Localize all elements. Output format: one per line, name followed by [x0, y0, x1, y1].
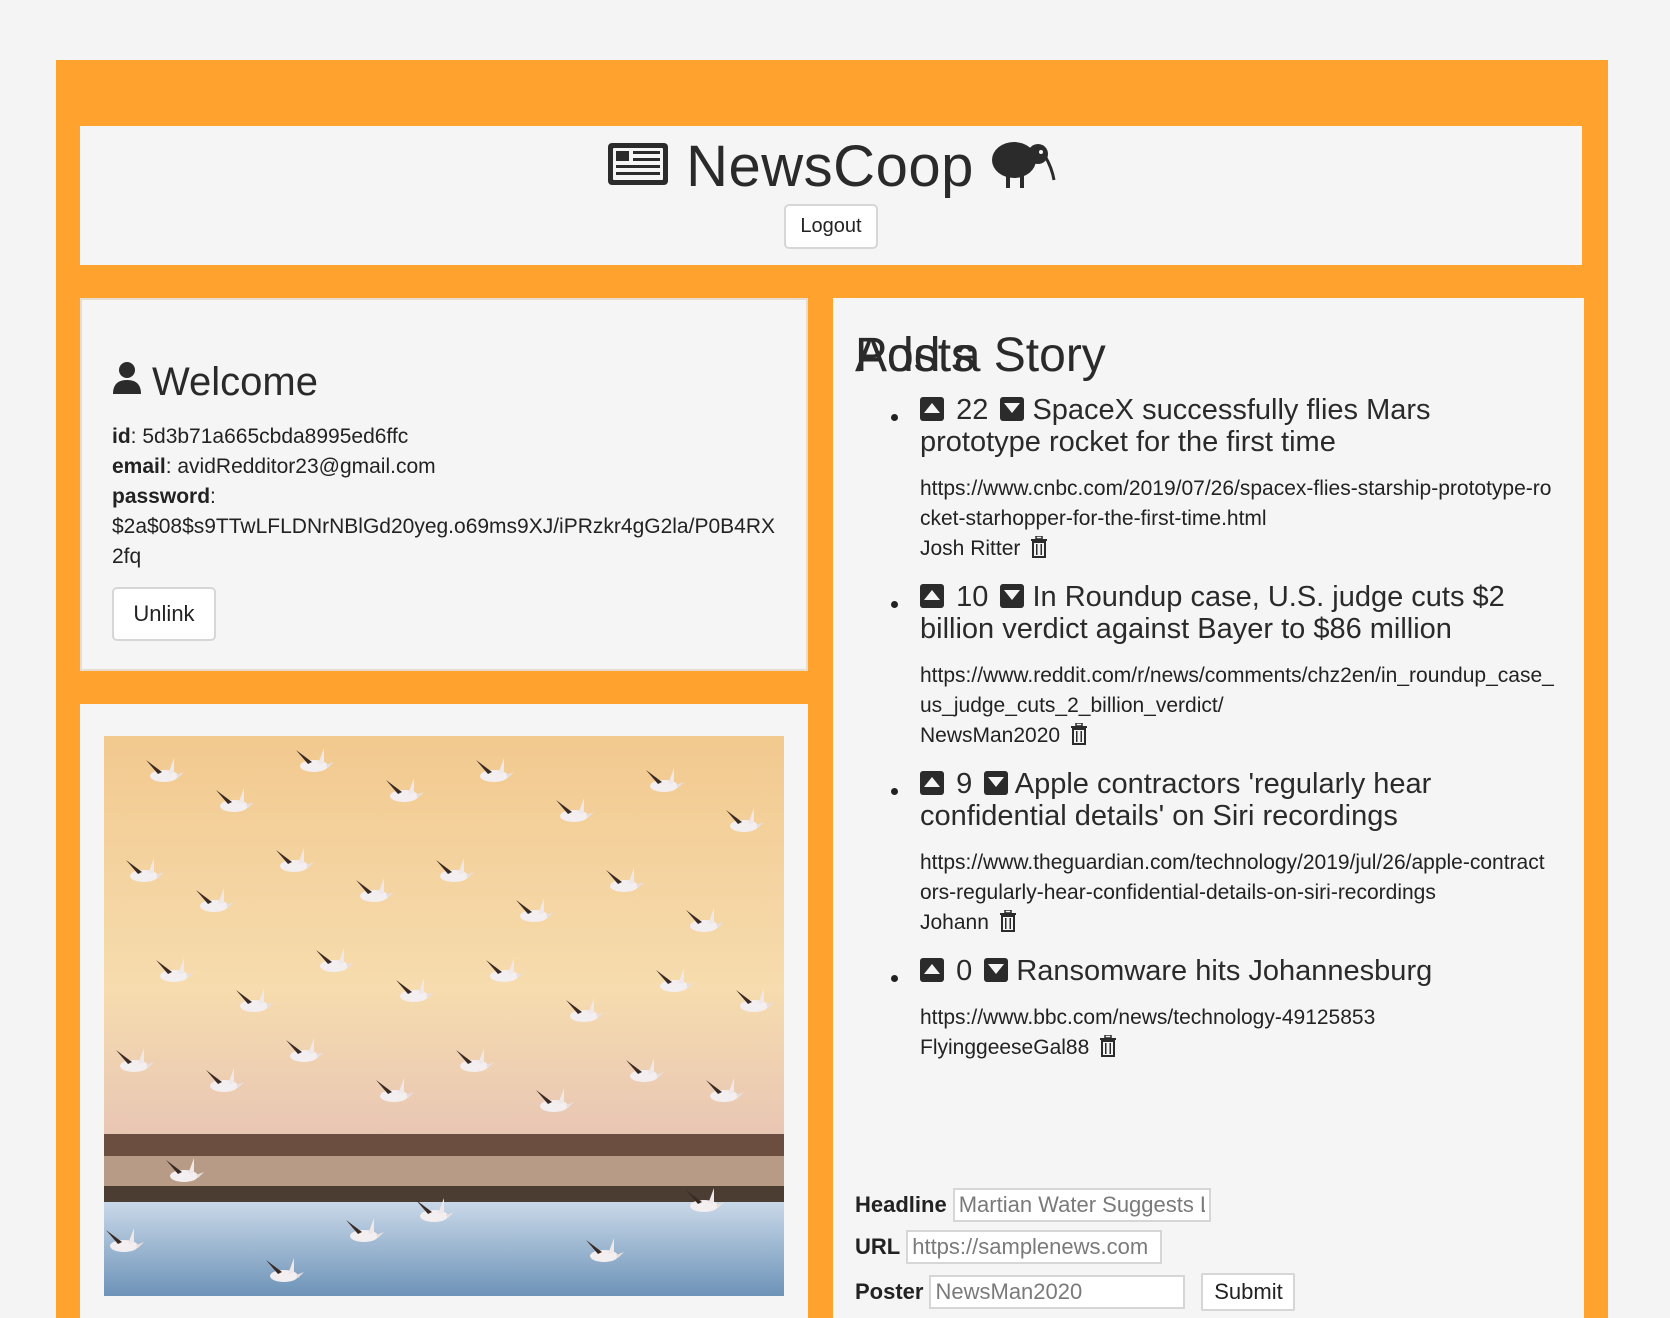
- post-score: 10: [956, 581, 989, 613]
- email-label: email: [112, 455, 166, 478]
- submit-button[interactable]: Submit: [1201, 1273, 1296, 1311]
- post-score: 0: [956, 955, 973, 987]
- headline-row: Headline: [855, 1188, 1211, 1222]
- email-value: avidRedditor23@gmail.com: [177, 455, 436, 478]
- post-headline-row: 9 Apple contractors 'regularly hear conf…: [920, 768, 1555, 832]
- site-title: NewsCoop: [686, 133, 974, 199]
- welcome-heading: Welcome: [112, 360, 318, 405]
- account-info: id: 5d3b71a665cbda8995ed6ffc email: avid…: [112, 422, 782, 572]
- trash-icon[interactable]: [1070, 722, 1088, 754]
- id-row: id: 5d3b71a665cbda8995ed6ffc: [112, 425, 409, 448]
- welcome-title: Welcome: [152, 360, 318, 404]
- kiwi-bird-icon: [990, 136, 1056, 197]
- snow-geese-photo: [104, 736, 784, 1296]
- password-row: password: $2a$08$s9TTwLFLDNrNBlGd20yeg.o6…: [112, 485, 775, 568]
- post-item: 22 SpaceX successfully flies Mars protot…: [855, 394, 1555, 567]
- post-author: Josh Ritter: [920, 537, 1021, 560]
- add-story-title: Add a Story: [855, 329, 1106, 382]
- poster-row: Poster Submit: [855, 1273, 1296, 1311]
- headline-input[interactable]: [952, 1188, 1211, 1222]
- newspaper-icon: [606, 141, 670, 192]
- user-icon: [112, 360, 142, 405]
- logout-button[interactable]: Logout: [784, 204, 878, 249]
- post-author-row: Josh Ritter: [920, 534, 1555, 567]
- post-score: 9: [956, 768, 973, 800]
- headline-label: Headline: [855, 1192, 947, 1217]
- post-url: https://www.bbc.com/news/technology-4912…: [920, 1006, 1376, 1029]
- post-author-row: NewsMan2020: [920, 721, 1555, 754]
- url-row: URL: [855, 1230, 1163, 1264]
- email-row: email: avidRedditor23@gmail.com: [112, 455, 436, 478]
- post-author: Johann: [920, 911, 989, 934]
- caret-down-icon[interactable]: [1000, 397, 1025, 421]
- url-label: URL: [855, 1234, 901, 1259]
- caret-up-icon[interactable]: [920, 771, 944, 795]
- id-label: id: [112, 425, 131, 448]
- post-author: NewsMan2020: [920, 724, 1061, 747]
- welcome-card: Welcome id: 5d3b71a665cbda8995ed6ffc ema…: [80, 298, 808, 671]
- caret-down-icon[interactable]: [984, 771, 1009, 795]
- post-headline: SpaceX successfully flies Mars prototype…: [920, 394, 1431, 458]
- site-header: NewsCoop Logout: [80, 126, 1582, 265]
- post-author-row: FlyinggeeseGal88: [920, 1033, 1555, 1066]
- post-score: 22: [956, 394, 989, 426]
- password-value: $2a$08$s9TTwLFLDNrNBlGd20yeg.o69ms9XJ/iP…: [112, 515, 775, 568]
- post-url: https://www.cnbc.com/2019/07/26/spacex-f…: [920, 477, 1552, 530]
- url-input[interactable]: [906, 1230, 1163, 1264]
- id-value: 5d3b71a665cbda8995ed6ffc: [142, 425, 409, 448]
- unlink-button[interactable]: Unlink: [112, 587, 216, 641]
- post-author-row: Johann: [920, 908, 1555, 941]
- post-item: 0 Ransomware hits Johannesburg https://w…: [855, 955, 1555, 1066]
- post-list: 22 SpaceX successfully flies Mars protot…: [855, 394, 1555, 1080]
- title-row: NewsCoop: [80, 126, 1582, 206]
- post-item: 10 In Roundup case, U.S. judge cuts $2 b…: [855, 581, 1555, 754]
- post-headline-row: 10 In Roundup case, U.S. judge cuts $2 b…: [920, 581, 1555, 645]
- post-headline: Ransomware hits Johannesburg: [1016, 955, 1433, 987]
- poster-input[interactable]: [929, 1275, 1186, 1309]
- post-headline-row: 22 SpaceX successfully flies Mars protot…: [920, 394, 1555, 458]
- post-headline-row: 0 Ransomware hits Johannesburg: [920, 955, 1555, 987]
- photo-card: [80, 704, 808, 1318]
- trash-icon[interactable]: [1030, 535, 1048, 567]
- post-url: https://www.reddit.com/r/news/comments/c…: [920, 664, 1554, 717]
- caret-up-icon[interactable]: [920, 584, 944, 608]
- caret-down-icon[interactable]: [1000, 584, 1025, 608]
- post-url: https://www.theguardian.com/technology/2…: [920, 851, 1545, 904]
- post-item: 9 Apple contractors 'regularly hear conf…: [855, 768, 1555, 941]
- password-label: password: [112, 485, 211, 508]
- post-author: FlyinggeeseGal88: [920, 1036, 1090, 1059]
- caret-down-icon[interactable]: [984, 958, 1009, 982]
- poster-label: Poster: [855, 1279, 924, 1304]
- caret-up-icon[interactable]: [920, 958, 944, 982]
- trash-icon[interactable]: [1099, 1034, 1117, 1066]
- caret-up-icon[interactable]: [920, 397, 944, 421]
- posts-panel: Posts 22 SpaceX successfully flies Mars …: [833, 298, 1584, 1318]
- trash-icon[interactable]: [999, 909, 1017, 941]
